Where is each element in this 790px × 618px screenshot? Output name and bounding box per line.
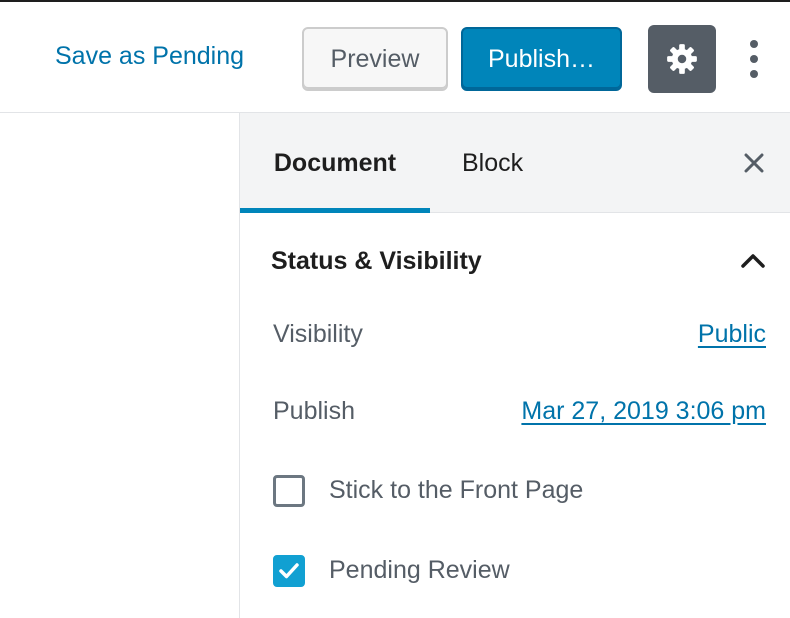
save-as-pending-button[interactable]: Save as Pending bbox=[55, 42, 244, 71]
tab-document-label: Document bbox=[273, 149, 397, 177]
publish-date-link[interactable]: Mar 27, 2019 3:06 pm bbox=[521, 397, 766, 426]
preview-button[interactable]: Preview bbox=[302, 27, 448, 91]
tab-block-label: Block bbox=[462, 149, 524, 177]
settings-sidebar: Document Block Status & Visibility Visib… bbox=[239, 113, 790, 618]
editor-header: Save as Pending Preview Publish… bbox=[0, 0, 790, 113]
chevron-up-icon bbox=[738, 249, 768, 276]
publish-button[interactable]: Publish… bbox=[461, 27, 622, 91]
publish-label: Publish bbox=[273, 397, 355, 425]
editor-canvas[interactable] bbox=[0, 113, 239, 618]
tab-document[interactable]: Document bbox=[240, 113, 430, 213]
pending-review-label[interactable]: Pending Review bbox=[329, 556, 510, 585]
more-options-button[interactable] bbox=[736, 32, 772, 86]
visibility-toggle-link[interactable]: Public bbox=[698, 320, 766, 349]
close-sidebar-button[interactable] bbox=[738, 147, 770, 179]
panel-title: Status & Visibility bbox=[271, 247, 482, 275]
stick-to-front-page-checkbox[interactable] bbox=[273, 475, 305, 507]
tab-block[interactable]: Block bbox=[462, 113, 523, 213]
stick-to-front-page-label[interactable]: Stick to the Front Page bbox=[329, 476, 583, 505]
close-icon bbox=[744, 153, 764, 173]
status-visibility-panel-toggle[interactable]: Status & Visibility bbox=[240, 213, 790, 309]
visibility-label: Visibility bbox=[273, 320, 363, 348]
gear-icon bbox=[665, 42, 699, 76]
checkmark-icon bbox=[278, 562, 300, 580]
settings-button[interactable] bbox=[648, 25, 716, 93]
sidebar-tabs: Document Block bbox=[240, 113, 790, 213]
more-vertical-icon bbox=[749, 39, 759, 79]
pending-review-checkbox[interactable] bbox=[273, 555, 305, 587]
